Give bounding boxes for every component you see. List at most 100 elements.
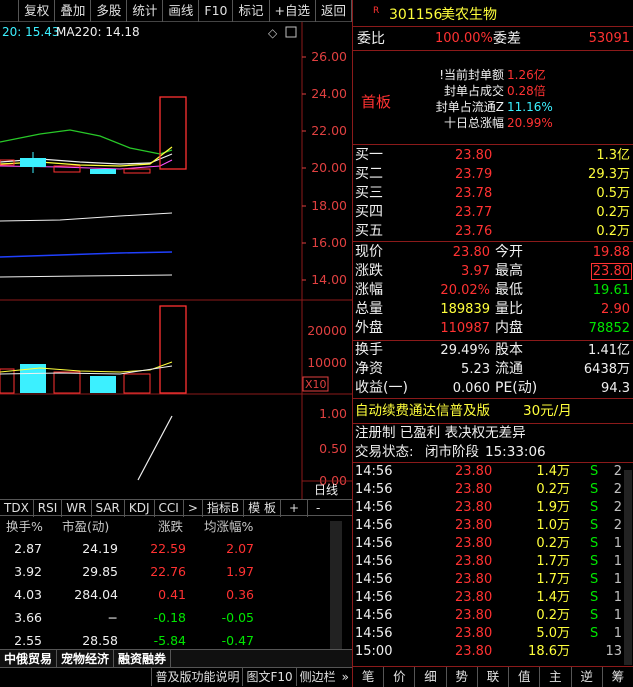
toolbar-draw-button[interactable]: 画线 [163,0,200,22]
detail-tab[interactable]: 细 [415,667,447,687]
tick-volume: 0.2万 [536,608,570,623]
seal-line-value: 1.26亿 [507,68,546,82]
seal-line-label: 十日总涨幅 [443,116,504,130]
toolbar-stats-button[interactable]: 统计 [127,0,164,22]
toolbar-fuquan-button[interactable]: 复权 [19,0,56,22]
bid-row[interactable]: 买一 23.80 1.3亿 [353,146,633,165]
tab-wr[interactable]: WR [62,500,92,517]
tab-rsi[interactable]: RSI [34,500,63,517]
stats-row: 收益(一) 0.060 PE(动) 94.3 [353,379,633,398]
volume-bar [53,371,81,394]
toolbar-overlay-button[interactable]: 叠加 [55,0,92,22]
indicator-tick: 0.50 [319,441,347,456]
detail-tab[interactable]: 联 [478,667,510,687]
detail-tab[interactable]: 逆 [572,667,603,687]
f10-link[interactable]: 图文F10 [242,668,295,686]
trade-status-label: 交易状态: [355,444,414,460]
cell-turnover: 3.66 [14,610,42,625]
zoom-out-button[interactable]: - [308,500,328,517]
bid-row[interactable]: 买三 23.78 0.5万 [353,184,633,203]
weibi-row: 委比 100.00% 委差 53091 [353,28,633,50]
tick-time: 15:00 [355,644,393,659]
col-change[interactable]: 涨跌 [158,517,183,537]
stock-marker: R [373,6,380,16]
tick-row: 14:56 23.80 0.2万 S 1 [353,535,633,553]
tab-more-arrow[interactable]: > [184,500,203,517]
col-avg-change[interactable]: 均涨幅% [204,517,253,537]
stats-value: 5.23 [461,362,490,377]
bid-row[interactable]: 买四 23.77 0.2万 [353,203,633,222]
expand-icon[interactable]: » [339,668,352,686]
detail-tab[interactable]: 筹 [603,667,633,687]
tick-volume: 0.2万 [536,482,570,497]
quote-label: 量比 [495,301,523,317]
cell-avg-change: -0.05 [221,610,254,625]
toolbar-mark-button[interactable]: 标记 [233,0,270,22]
bid-row[interactable]: 买二 23.79 29.3万 [353,165,633,184]
promo-row[interactable]: 自动续费通达信普及版 30元/月 [353,401,633,421]
volume-bar [90,376,116,393]
quote-value: 19.88 [592,245,630,260]
tick-price: 23.80 [455,518,493,533]
bid-volume: 0.2万 [596,205,630,220]
sidebar-toggle[interactable]: 侧边栏 [295,668,339,686]
table-row[interactable]: 3.66 − -0.18 -0.05 [0,606,352,630]
tab-kdj[interactable]: KDJ [125,500,155,517]
help-link[interactable]: 普及版功能说明 [151,668,242,686]
sector-tab-pet[interactable]: 宠物经济 [57,650,115,668]
price-tick: 22.00 [311,123,347,138]
chart-toolbar: 复权 叠加 多股 统计 画线 F10 标记 +自选 返回 [0,0,352,22]
kline-chart[interactable]: 20: 15.43 MA220: 14.18 ◇ 26.00 24.00 22.… [0,22,352,500]
bid-row[interactable]: 买五 23.76 0.2万 [353,222,633,241]
toolbar-multistock-button[interactable]: 多股 [91,0,128,22]
table-row[interactable]: 4.03 284.04 0.41 0.36 [0,583,352,607]
indicator-tick: 1.00 [319,406,347,421]
col-pe[interactable]: 市盈(动) [62,517,109,537]
table-row[interactable]: 3.92 29.85 22.76 1.97 [0,560,352,584]
sector-tab-margin[interactable]: 融资融券 [114,650,172,668]
sector-tab-china-russia[interactable]: 中俄贸易 [0,650,58,668]
detail-tab[interactable]: 值 [509,667,541,687]
tab-tdx[interactable]: TDX [0,500,34,517]
quote-label: 现价 [355,244,383,260]
cell-change: 22.76 [150,564,186,579]
col-turnover[interactable]: 换手% [6,517,43,537]
table-row[interactable]: 2.87 24.19 22.59 2.07 [0,537,352,561]
price-axis-ticks [302,56,306,281]
detail-tab[interactable]: 价 [384,667,416,687]
quote-row: 外盘 110987 内盘 78852 [353,319,633,338]
seal-line-label: 封单占成交 [443,84,504,98]
detail-tab[interactable]: 势 [447,667,478,687]
bid-price: 23.80 [455,148,493,163]
related-stocks-table: 换手% 市盈(动) 涨跌 均涨幅% 2.87 24.19 22.59 2.07 3.92… [0,517,352,649]
toolbar-f10-button[interactable]: F10 [199,0,234,22]
stock-name: 美农生物 [441,7,497,23]
tick-time: 14:56 [355,464,393,479]
quote-value: 3.97 [461,264,490,279]
stats-label: 收益(一) [355,380,408,396]
tick-price: 23.80 [455,482,493,497]
quote-value: 189839 [440,302,490,317]
tab-sar[interactable]: SAR [92,500,125,517]
zoom-in-button[interactable]: + [281,500,309,517]
toolbar-add-watchlist-button[interactable]: +自选 [270,0,316,22]
weibi-ratio: 100.00% [435,31,493,46]
stock-header: R 301156 美农生物 [353,3,633,27]
price-tick: 26.00 [311,49,347,64]
tab-template[interactable]: 模 板 [244,500,281,517]
table-header: 换手% 市盈(动) 涨跌 均涨幅% [0,517,352,537]
price-tick: 18.00 [311,198,347,213]
detail-tab[interactable]: 笔 [353,667,385,687]
tick-row: 14:56 23.80 1.4万 S 2 [353,463,633,481]
maximize-icon [285,26,297,38]
company-tags: 注册制 已盈利 表决权无差异 [353,424,633,443]
tab-indicator-b[interactable]: 指标B [203,500,245,517]
bid-price: 23.76 [455,224,493,239]
toolbar-back-button[interactable]: 返回 [316,0,352,22]
detail-tab[interactable]: 主 [540,667,572,687]
tab-cci[interactable]: CCI [155,500,184,517]
ticks-scrollbar[interactable] [624,470,632,665]
table-scrollbar[interactable] [330,521,342,649]
tick-row: 14:56 23.80 1.0万 S 2 [353,517,633,535]
bid-label: 买五 [355,223,383,239]
